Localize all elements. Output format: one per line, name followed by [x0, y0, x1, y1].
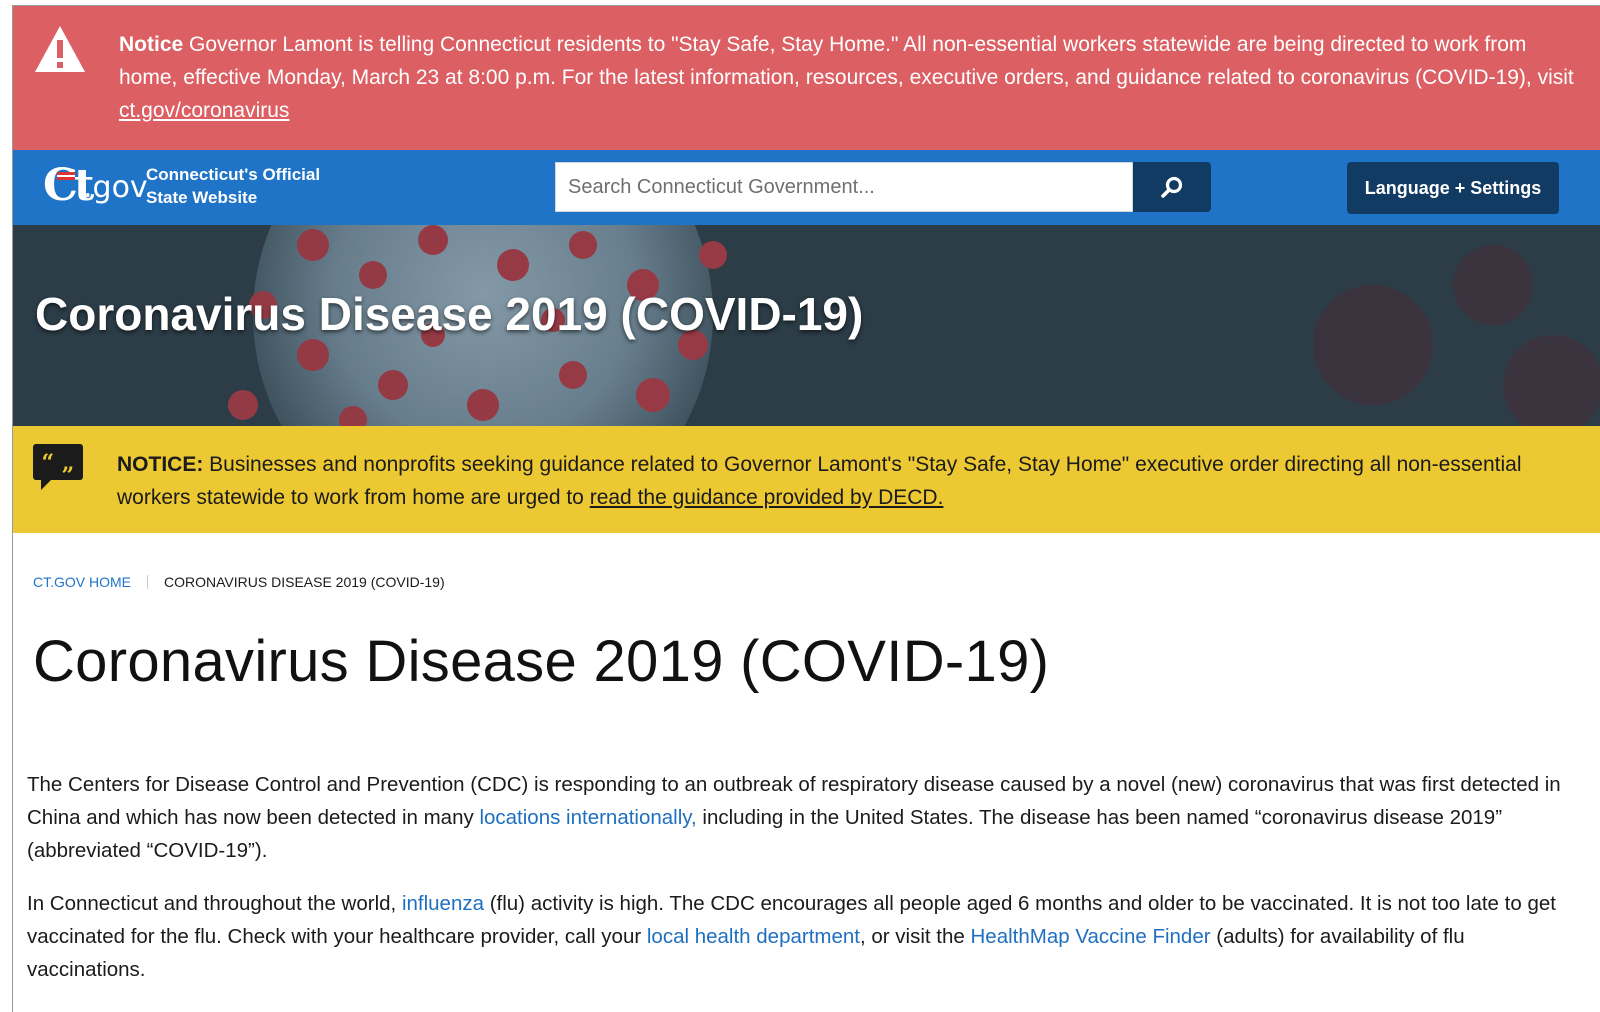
- site-header: Ct .gov Connecticut's Official State Web…: [13, 150, 1600, 225]
- breadcrumb-current: CORONAVIRUS DISEASE 2019 (COVID-19): [164, 574, 445, 590]
- healthmap-vaccine-finder-link[interactable]: HealthMap Vaccine Finder: [971, 925, 1211, 948]
- breadcrumb-separator: [147, 575, 149, 589]
- language-settings-button[interactable]: Language + Settings: [1347, 162, 1559, 214]
- alert-text: Notice Governor Lamont is telling Connec…: [119, 28, 1579, 127]
- flu-paragraph: In Connecticut and throughout the world,…: [27, 887, 1587, 986]
- p2-text-3: , or visit the: [859, 925, 971, 948]
- search-button[interactable]: [1133, 162, 1211, 212]
- browser-page: Notice Governor Lamont is telling Connec…: [12, 5, 1600, 1012]
- alert-label: Notice: [119, 33, 184, 56]
- local-health-department-link[interactable]: local health department: [647, 925, 860, 948]
- locations-internationally-link[interactable]: locations internationally,: [479, 806, 696, 829]
- tagline-line-2: State Website: [146, 188, 258, 207]
- intro-paragraph: The Centers for Disease Control and Prev…: [27, 768, 1587, 867]
- search-icon: [1161, 176, 1183, 198]
- alert-message: Governor Lamont is telling Connecticut r…: [119, 33, 1574, 89]
- influenza-link[interactable]: influenza: [402, 892, 484, 915]
- alert-banner: Notice Governor Lamont is telling Connec…: [13, 6, 1600, 150]
- svg-text:“ „: “ „: [42, 450, 75, 476]
- flag-icon: [57, 172, 75, 180]
- site-tagline: Connecticut's Official State Website: [146, 163, 320, 209]
- warning-triangle-icon: [35, 26, 85, 72]
- notice-text: NOTICE: Businesses and nonprofits seekin…: [117, 448, 1537, 514]
- alert-coronavirus-link[interactable]: ct.gov/coronavirus: [119, 99, 289, 122]
- decd-guidance-link[interactable]: read the guidance provided by DECD.: [590, 486, 944, 509]
- notice-banner: “ „ NOTICE: Businesses and nonprofits se…: [13, 426, 1600, 533]
- banner-title: Coronavirus Disease 2019 (COVID-19): [35, 288, 864, 340]
- p2-text-1: In Connecticut and throughout the world,: [27, 892, 402, 915]
- ct-gov-logo[interactable]: Ct .gov: [43, 160, 148, 216]
- tagline-line-1: Connecticut's Official: [146, 165, 321, 184]
- logo-gov-text: .gov: [83, 170, 148, 205]
- quote-bubble-icon: “ „: [33, 444, 83, 490]
- breadcrumb: CT.GOV HOME CORONAVIRUS DISEASE 2019 (COV…: [33, 574, 445, 590]
- notice-label: NOTICE:: [117, 453, 204, 476]
- search-input[interactable]: Search Connecticut Government...: [555, 162, 1133, 212]
- page-title: Coronavirus Disease 2019 (COVID-19): [33, 629, 1050, 694]
- breadcrumb-home-link[interactable]: CT.GOV HOME: [33, 574, 131, 590]
- hero-banner: Coronavirus Disease 2019 (COVID-19): [13, 225, 1600, 426]
